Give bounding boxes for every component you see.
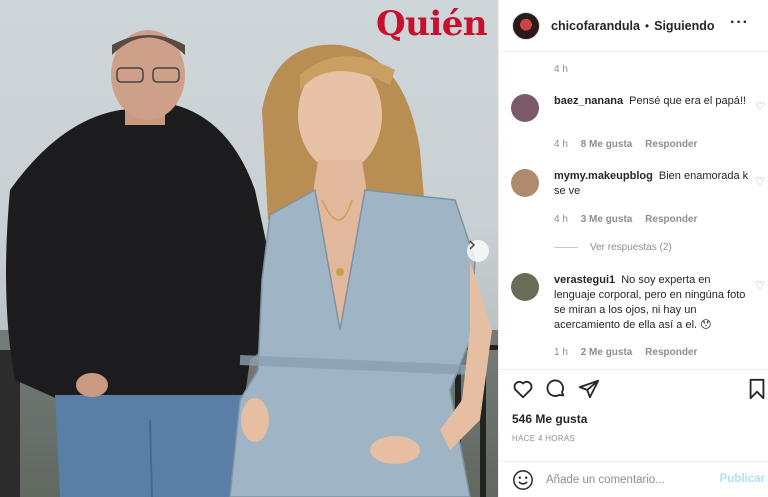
comment-text: Pensé que era el papá!!: [629, 95, 746, 107]
view-replies-label: Ver respuestas (2): [590, 242, 672, 253]
commenter-avatar[interactable]: [511, 169, 539, 197]
reply-button[interactable]: Responder: [645, 139, 697, 150]
publish-button[interactable]: Publicar: [720, 473, 765, 485]
reply-button[interactable]: Responder: [645, 214, 697, 225]
author-username[interactable]: chicofarandula: [551, 19, 640, 33]
commenter-avatar[interactable]: [511, 273, 539, 301]
reply-button[interactable]: Responder: [645, 347, 697, 358]
comment-body: baez_nanana Pensé que era el papá!!: [554, 94, 754, 109]
comment-meta: 1 h 2 Me gusta Responder: [554, 347, 707, 358]
post-header: chicofarandula • Siguiendo ···: [499, 0, 768, 52]
comment-time: 1 h: [554, 347, 568, 358]
comment-body: verastegui1 No soy experta en lenguaje c…: [554, 273, 754, 333]
like-comment-heart-icon[interactable]: ♡: [755, 175, 765, 188]
comment-time: 4 h: [554, 139, 568, 150]
heart-icon[interactable]: [512, 378, 534, 400]
comment-meta: 4 h 3 Me gusta Responder: [554, 214, 707, 225]
comment-icon[interactable]: [545, 378, 567, 400]
post-sidebar: chicofarandula • Siguiendo ··· 4 h baez_…: [498, 0, 768, 497]
bookmark-icon[interactable]: [747, 378, 767, 400]
likes-count[interactable]: 546 Me gusta: [512, 412, 587, 426]
more-options-button[interactable]: ···: [730, 14, 749, 32]
comment-likes[interactable]: 2 Me gusta: [581, 347, 633, 358]
commenter-username[interactable]: verastegui1: [554, 274, 615, 286]
post-timestamp: HACE 4 HORAS: [512, 434, 576, 443]
photo-illustration: [0, 30, 498, 497]
comment-body: mymy.makeupblog Bien enamorada k se ve: [554, 169, 754, 199]
add-comment-bar: Publicar: [499, 461, 768, 497]
author-avatar[interactable]: [512, 11, 540, 40]
comment-likes[interactable]: 3 Me gusta: [581, 214, 633, 225]
commenter-username[interactable]: mymy.makeupblog: [554, 170, 653, 182]
replies-divider: [554, 247, 578, 248]
magazine-logo: Quién: [376, 4, 488, 44]
caption-time: 4 h: [554, 64, 568, 75]
comment-input[interactable]: [546, 473, 706, 486]
commenter-username[interactable]: baez_nanana: [554, 95, 623, 107]
comment-likes[interactable]: 8 Me gusta: [581, 139, 633, 150]
chevron-right-icon: [469, 240, 476, 250]
commenter-avatar[interactable]: [511, 94, 539, 122]
comment-time: 4 h: [554, 214, 568, 225]
like-comment-heart-icon[interactable]: ♡: [755, 279, 765, 292]
comment-meta: 4 h 8 Me gusta Responder: [554, 139, 707, 150]
following-button[interactable]: Siguiendo: [654, 19, 714, 33]
post-actions: [499, 369, 768, 409]
view-replies-button[interactable]: Ver respuestas (2): [554, 242, 672, 253]
header-separator: •: [644, 18, 650, 33]
post-photo: Quién: [0, 0, 498, 497]
comments-list: 4 h baez_nanana Pensé que era el papá!! …: [499, 52, 768, 369]
like-comment-heart-icon[interactable]: ♡: [755, 100, 765, 113]
emoji-icon[interactable]: [512, 469, 534, 491]
carousel-next-button[interactable]: [467, 240, 489, 262]
share-icon[interactable]: [578, 378, 600, 400]
